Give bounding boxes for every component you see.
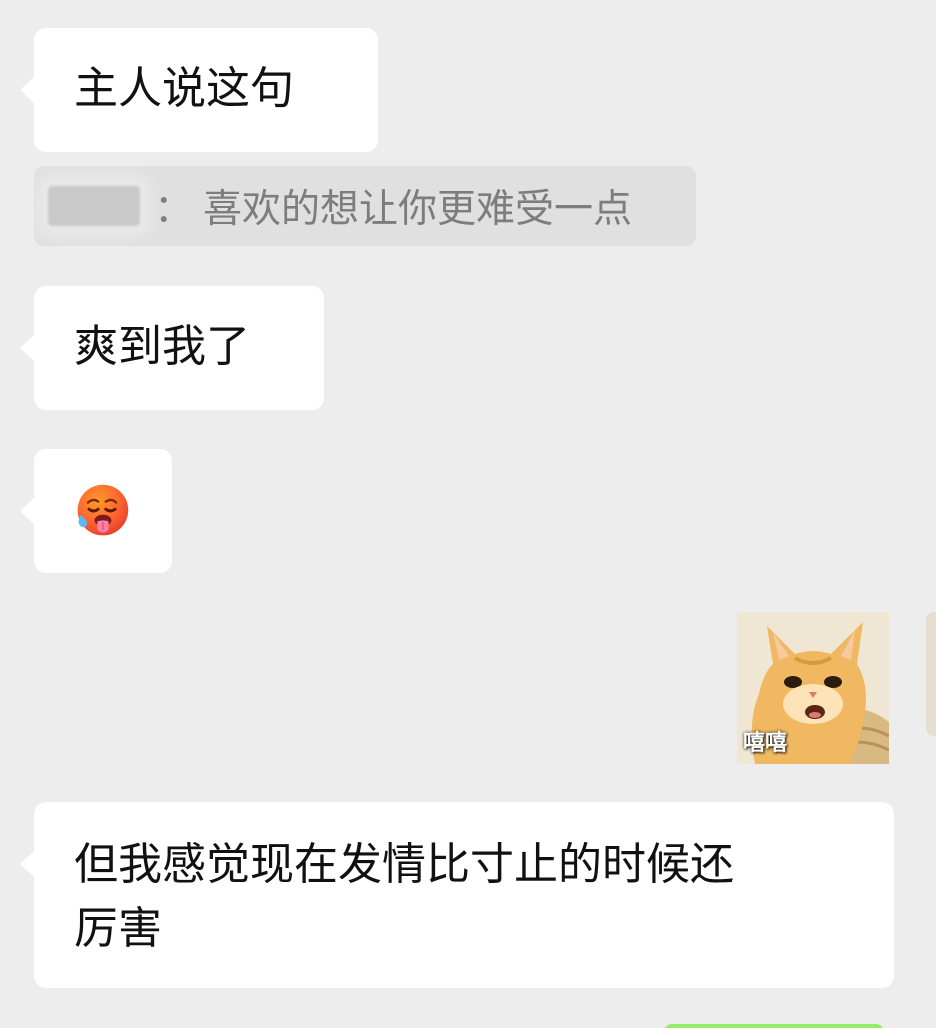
message-bubble[interactable]: 爽到我了: [20, 286, 324, 410]
message-bubble[interactable]: 但我感觉现在发情比寸止的时候还 厉害: [20, 802, 894, 988]
hot-face-emoji-icon: [77, 484, 129, 536]
emoji-message-bubble[interactable]: [20, 449, 172, 573]
sticker-caption: 嘻嘻: [743, 731, 788, 756]
partial-message-edge: [926, 612, 936, 736]
message-text-line-2: 厉害: [74, 903, 162, 954]
chat-view: 主人说这句 ： 喜欢的想让你更难受一点 爽到我了 嘻嘻 但我感觉现在发情比寸止的…: [0, 0, 936, 1028]
quote-separator: ：: [154, 187, 194, 232]
message-bubble[interactable]: 主人说这句: [20, 28, 378, 152]
message-text: 主人说这句: [74, 63, 294, 114]
redacted-sender-name: [48, 186, 140, 226]
self-message-bubble-edge: [664, 1024, 884, 1028]
message-text-line-1: 但我感觉现在发情比寸止的时候还: [74, 839, 734, 890]
quoted-text: 喜欢的想让你更难受一点: [203, 187, 633, 232]
message-text: 爽到我了: [74, 321, 250, 372]
cat-sticker[interactable]: 嘻嘻: [737, 612, 889, 764]
quoted-message[interactable]: ： 喜欢的想让你更难受一点: [34, 166, 696, 246]
